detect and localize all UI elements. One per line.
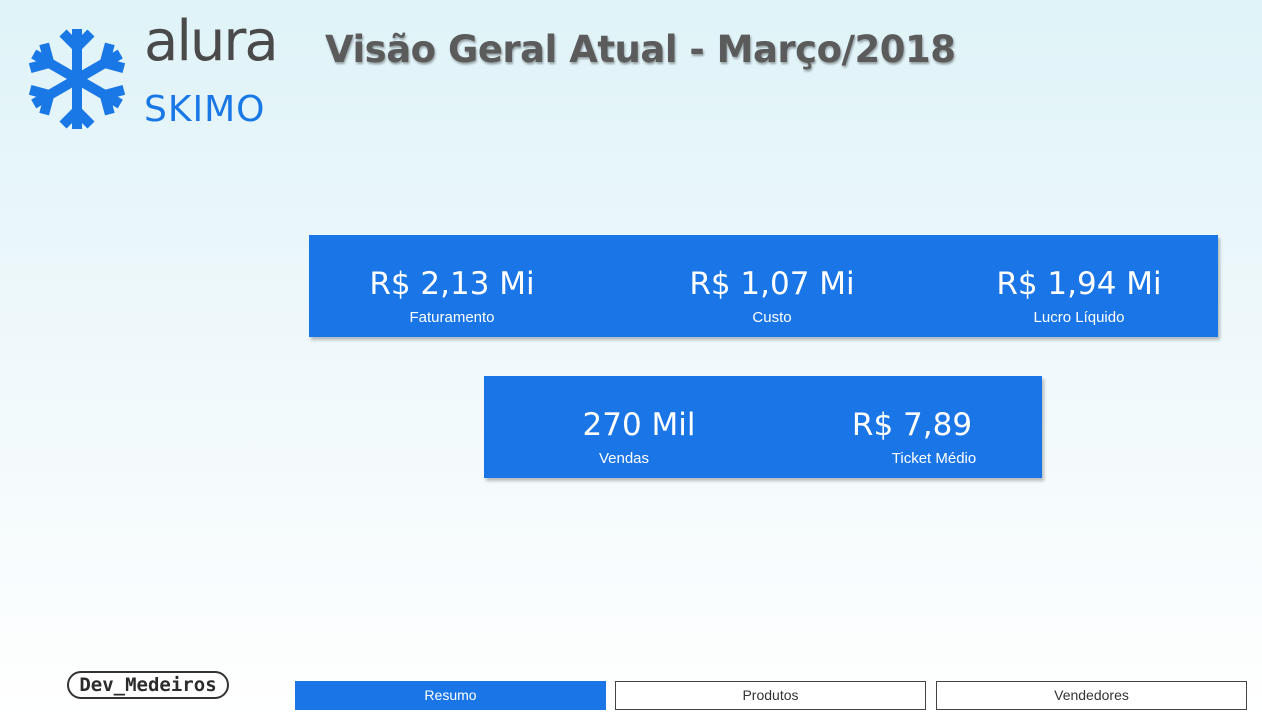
kpi-value: 270 Mil bbox=[582, 407, 696, 443]
kpi-value: R$ 7,89 bbox=[851, 407, 973, 443]
kpi-ticket-medio: R$ 7,89 Ticket Médio bbox=[824, 376, 1024, 478]
kpi-lucro-liquido: R$ 1,94 Mi Lucro Líquido bbox=[939, 235, 1219, 337]
kpi-label: Faturamento bbox=[409, 309, 495, 326]
kpi-faturamento: R$ 2,13 Mi Faturamento bbox=[309, 235, 595, 337]
page-title: Visão Geral Atual - Março/2018 bbox=[325, 28, 956, 71]
kpi-card-sales: 270 Mil Vendas R$ 7,89 Ticket Médio bbox=[484, 376, 1042, 478]
kpi-label: Vendas bbox=[598, 450, 650, 467]
kpi-label: Custo bbox=[752, 309, 792, 326]
brand-logo: alura SKIMO bbox=[24, 14, 284, 137]
kpi-value: R$ 1,07 Mi bbox=[689, 266, 855, 302]
brand-name: alura bbox=[144, 9, 279, 74]
kpi-value: R$ 2,13 Mi bbox=[369, 266, 535, 302]
kpi-card-financial: R$ 2,13 Mi Faturamento R$ 1,07 Mi Custo … bbox=[309, 235, 1218, 337]
snowflake-icon bbox=[28, 29, 126, 129]
author-badge: Dev_Medeiros bbox=[67, 671, 229, 699]
nav-button-produtos[interactable]: Produtos bbox=[615, 681, 926, 710]
kpi-custo: R$ 1,07 Mi Custo bbox=[629, 235, 915, 337]
kpi-label: Ticket Médio bbox=[891, 450, 977, 467]
kpi-label: Lucro Líquido bbox=[1033, 309, 1125, 326]
kpi-vendas: 270 Mil Vendas bbox=[524, 376, 724, 478]
nav-button-resumo[interactable]: Resumo bbox=[295, 681, 606, 710]
nav-button-vendedores[interactable]: Vendedores bbox=[936, 681, 1247, 710]
kpi-value: R$ 1,94 Mi bbox=[996, 266, 1162, 302]
brand-product: SKIMO bbox=[144, 89, 266, 130]
